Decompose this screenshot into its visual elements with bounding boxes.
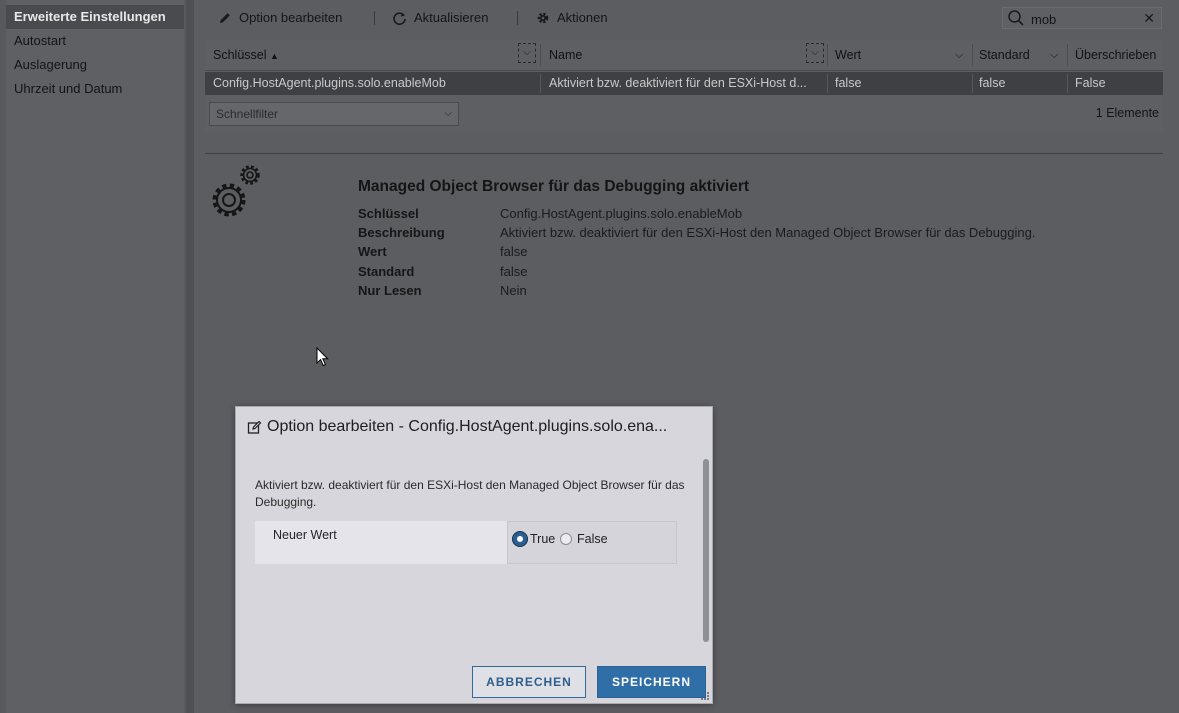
new-value-label: Neuer Wert	[255, 521, 507, 564]
pencil-icon	[220, 13, 230, 23]
sidebar: Erweiterte Einstellungen Autostart Ausla…	[0, 0, 186, 713]
divider	[205, 153, 1163, 154]
quick-filter-label: Schnellfilter	[216, 107, 279, 121]
detail-label-schluessel: Schlüssel	[358, 206, 419, 221]
refresh-label: Aktualisieren	[414, 10, 489, 25]
settings-grid: Schlüssel ▲ ⌵ Name ⌵ Wert ⌵ Standard ⌵ Ü…	[205, 40, 1163, 132]
detail-value-beschreibung: Aktiviert bzw. deaktiviert für den ESXi-…	[500, 225, 1036, 240]
cell-wert: false	[835, 76, 862, 90]
detail-value-schluessel: Config.HostAgent.plugins.solo.enableMob	[500, 206, 743, 221]
toolbar-separator	[374, 11, 375, 25]
cell-ueberschrieben: False	[1075, 76, 1106, 90]
radio-false[interactable]: False	[560, 531, 620, 547]
column-filter-icon[interactable]: ⌵	[518, 43, 536, 63]
search-input[interactable]	[1029, 10, 1143, 28]
column-header-schluessel[interactable]: Schlüssel ▲	[213, 40, 279, 70]
dialog-title: Option bearbeiten - Config.HostAgent.plu…	[267, 418, 668, 435]
refresh-icon	[393, 12, 406, 25]
toolbar-separator	[517, 11, 518, 25]
table-row[interactable]: Config.HostAgent.plugins.solo.enableMob …	[205, 72, 1163, 95]
radio-true[interactable]: True	[513, 531, 561, 547]
detail-value-nur-lesen: Nein	[500, 283, 527, 298]
sidebar-panel	[6, 0, 184, 713]
column-header-ueberschrieben[interactable]: Überschrieben	[1075, 40, 1156, 70]
edit-icon	[247, 420, 262, 434]
sidebar-item-autostart[interactable]: Autostart	[6, 29, 184, 53]
sort-ascending-icon: ▲	[269, 51, 279, 61]
chevron-down-icon[interactable]: ⌵	[1050, 40, 1058, 70]
actions-label: Aktionen	[557, 10, 608, 25]
refresh-button[interactable]: Aktualisieren	[392, 9, 502, 27]
dialog-description: Aktiviert bzw. deaktiviert für den ESXi-…	[255, 478, 685, 509]
search-icon	[1008, 10, 1024, 26]
edit-option-button[interactable]: Option bearbeiten	[218, 9, 358, 27]
save-button[interactable]: SPEICHERN	[597, 666, 706, 698]
detail-label-wert: Wert	[358, 244, 387, 259]
cell-divider	[827, 74, 828, 93]
edit-option-dialog: Option bearbeiten - Config.HostAgent.plu…	[235, 406, 713, 704]
column-header-standard[interactable]: Standard	[979, 40, 1030, 70]
actions-button[interactable]: Aktionen	[536, 9, 626, 27]
column-filter-icon[interactable]: ⌵	[806, 43, 824, 63]
grid-header: Schlüssel ▲ ⌵ Name ⌵ Wert ⌵ Standard ⌵ Ü…	[205, 40, 1163, 71]
detail-label-nur-lesen: Nur Lesen	[358, 283, 422, 298]
cell-schluessel: Config.HostAgent.plugins.solo.enableMob	[213, 76, 446, 90]
search-box[interactable]: ✕	[1002, 7, 1162, 29]
column-header-wert[interactable]: Wert	[835, 40, 861, 70]
column-header-name[interactable]: Name	[549, 40, 582, 70]
cell-standard: false	[979, 76, 1006, 90]
mouse-cursor-icon	[316, 347, 329, 367]
new-value-radio-group: True False	[507, 521, 677, 564]
sidebar-item-auslagerung[interactable]: Auslagerung	[6, 53, 184, 77]
radio-true-label: True	[530, 532, 556, 546]
chevron-down-icon[interactable]: ⌵	[955, 40, 963, 70]
detail-label-standard: Standard	[358, 264, 415, 279]
cell-divider	[972, 74, 973, 93]
cell-divider	[540, 74, 541, 93]
column-divider[interactable]	[540, 44, 541, 66]
sidebar-item-erweiterte-einstellungen[interactable]: Erweiterte Einstellungen	[6, 5, 184, 29]
column-header-label: Schlüssel	[213, 48, 267, 62]
detail-title: Managed Object Browser für das Debugging…	[358, 178, 750, 195]
settings-gears-icon	[212, 165, 260, 217]
column-divider[interactable]	[1067, 44, 1068, 66]
column-divider[interactable]	[972, 44, 973, 66]
radio-false-label: False	[577, 532, 608, 546]
chevron-down-icon: ⌵	[444, 108, 452, 119]
clear-search-icon[interactable]: ✕	[1143, 10, 1155, 27]
cell-name: Aktiviert bzw. deaktiviert für den ESXi-…	[549, 76, 807, 90]
detail-value-wert: false	[500, 244, 528, 259]
gear-icon	[537, 12, 549, 24]
radio-dot[interactable]	[560, 533, 572, 545]
quick-filter-select[interactable]: Schnellfilter ⌵	[209, 102, 459, 126]
toolbar: Option bearbeiten Aktualisieren Aktionen	[194, 0, 1179, 36]
radio-dot[interactable]	[513, 532, 527, 546]
dialog-scrollbar-thumb[interactable]	[703, 459, 709, 642]
resize-handle[interactable]	[701, 692, 709, 700]
detail-value-standard: false	[500, 264, 528, 279]
new-value-row: Neuer Wert True False	[255, 521, 678, 564]
cancel-button[interactable]: ABBRECHEN	[472, 666, 586, 698]
item-count: 1 Elemente	[1095, 106, 1159, 120]
detail-label-beschreibung: Beschreibung	[358, 225, 445, 240]
pane-splitter[interactable]	[186, 0, 194, 713]
sidebar-item-uhrzeit-und-datum[interactable]: Uhrzeit und Datum	[6, 77, 184, 101]
column-divider[interactable]	[827, 44, 828, 66]
cell-divider	[1067, 74, 1068, 93]
edit-option-label: Option bearbeiten	[239, 10, 343, 25]
